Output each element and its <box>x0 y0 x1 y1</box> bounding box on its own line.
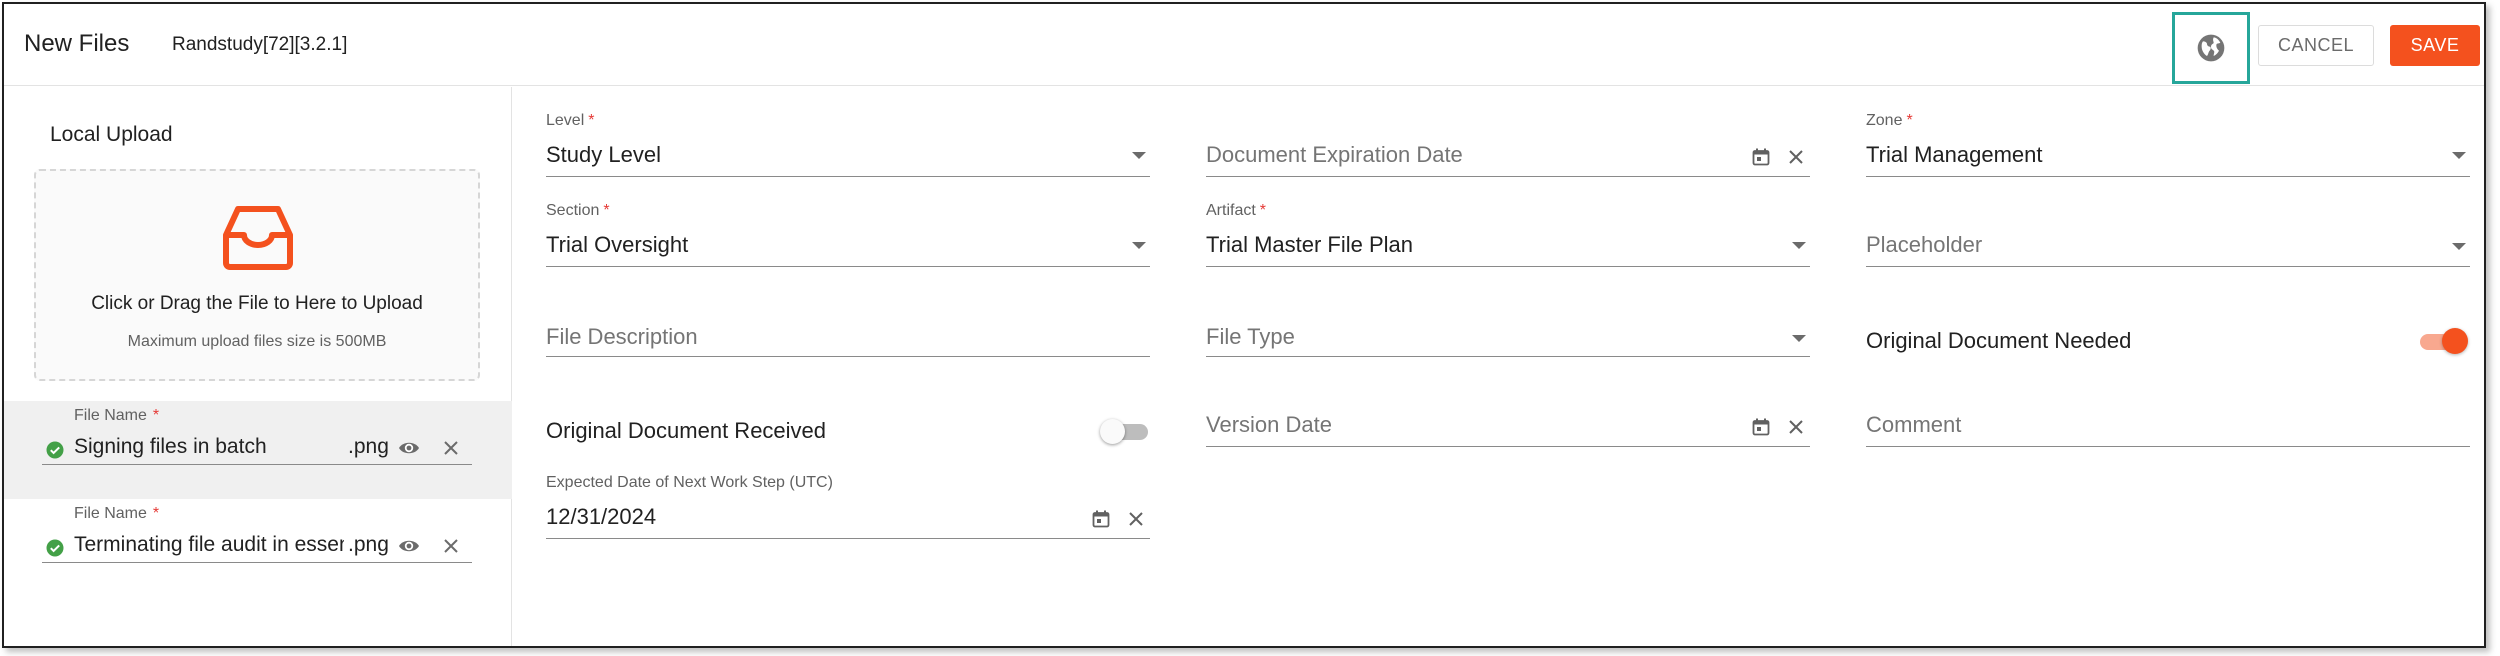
file-extension: .png <box>348 533 389 557</box>
toggle-knob <box>1100 419 1125 444</box>
placeholder-field-placeholder: Placeholder <box>1866 232 1983 257</box>
required-marker: * <box>1906 112 1913 129</box>
file-description-input[interactable]: File Description <box>546 304 1150 360</box>
language-button[interactable] <box>2172 12 2250 84</box>
underline <box>1206 446 1810 447</box>
file-name-field: Terminating file audit in essential .png <box>42 529 472 563</box>
upload-size-limit: Maximum upload files size is 500MB <box>127 333 387 350</box>
new-files-dialog: New Files Randstudy[72][3.2.1] CANCEL SA… <box>2 2 2486 648</box>
close-icon[interactable] <box>442 537 460 555</box>
level-label-text: Level <box>546 112 585 129</box>
toggle-knob <box>2442 328 2468 354</box>
level-label: Level * <box>546 112 594 130</box>
underline <box>1206 266 1810 267</box>
local-upload-heading: Local Upload <box>50 123 173 146</box>
chevron-down-icon <box>1792 242 1806 249</box>
check-circle-icon <box>46 441 64 459</box>
artifact-label: Artifact * <box>1206 202 1266 220</box>
clear-icon[interactable] <box>1788 419 1804 435</box>
clear-icon[interactable] <box>1128 511 1144 527</box>
close-icon[interactable] <box>442 439 460 457</box>
upload-instruction: Click or Drag the File to Here to Upload <box>91 293 423 314</box>
comment-input[interactable]: Comment <box>1866 394 2470 452</box>
original-received-toggle[interactable] <box>1100 418 1150 444</box>
level-value: Study Level <box>546 142 661 167</box>
underline <box>1206 356 1810 357</box>
doc-expiration-placeholder: Document Expiration Date <box>1206 142 1463 167</box>
calendar-icon[interactable] <box>1092 510 1110 528</box>
version-date-input[interactable]: Version Date <box>1206 394 1810 452</box>
artifact-value: Trial Master File Plan <box>1206 232 1414 257</box>
chevron-down-icon <box>1132 152 1146 159</box>
underline <box>546 538 1150 539</box>
calendar-icon[interactable] <box>1752 418 1770 436</box>
file-name-label-text: File Name <box>74 505 147 522</box>
underline <box>546 266 1150 267</box>
globe-icon <box>2197 34 2225 62</box>
clear-icon[interactable] <box>1788 149 1804 165</box>
eye-icon[interactable] <box>398 537 420 555</box>
required-marker: * <box>588 112 595 129</box>
chevron-down-icon <box>1132 242 1146 249</box>
chevron-down-icon <box>2452 152 2466 159</box>
underline <box>1866 266 2470 267</box>
check-circle-icon <box>46 539 64 557</box>
chevron-down-icon <box>1792 335 1806 342</box>
file-name-input[interactable]: Terminating file audit in essential <box>74 533 344 557</box>
version-date-placeholder: Version Date <box>1206 412 1332 437</box>
file-item[interactable]: File Name * Signing files in batch .png <box>4 401 512 499</box>
file-name-label-text: File Name <box>74 407 147 424</box>
underline <box>1866 176 2470 177</box>
section-label-text: Section <box>546 202 600 219</box>
save-button[interactable]: SAVE <box>2390 25 2480 66</box>
cancel-button[interactable]: CANCEL <box>2258 25 2374 66</box>
upload-panel: Local Upload Click or Drag the File to H… <box>4 87 512 646</box>
original-needed-label: Original Document Needed <box>1866 328 2132 353</box>
required-marker: * <box>152 407 160 424</box>
placeholder-select[interactable]: Placeholder <box>1866 214 2470 272</box>
original-received-label: Original Document Received <box>546 418 827 443</box>
artifact-label-text: Artifact <box>1206 202 1256 219</box>
file-name-field: Signing files in batch .png <box>42 431 472 465</box>
chevron-down-icon <box>2452 243 2466 250</box>
expected-date-input[interactable]: Expected Date of Next Work Step (UTC) 12… <box>546 474 1150 544</box>
dialog-header: New Files Randstudy[72][3.2.1] CANCEL SA… <box>4 4 2484 86</box>
zone-select[interactable]: Zone * Trial Management <box>1866 112 2470 182</box>
dialog-title: New Files <box>24 30 130 57</box>
inbox-tray-icon <box>223 206 293 270</box>
zone-label: Zone * <box>1866 112 1913 130</box>
required-marker: * <box>1259 202 1267 219</box>
section-label: Section * <box>546 202 610 220</box>
file-extension: .png <box>348 435 389 458</box>
underline <box>1206 176 1810 177</box>
zone-value: Trial Management <box>1866 142 2043 167</box>
comment-placeholder: Comment <box>1866 412 1962 437</box>
artifact-select[interactable]: Artifact * Trial Master File Plan <box>1206 202 1810 272</box>
file-type-select[interactable]: File Type <box>1206 304 1810 360</box>
underline <box>546 176 1150 177</box>
eye-icon[interactable] <box>398 439 420 457</box>
underline <box>546 356 1150 357</box>
required-marker: * <box>603 202 610 219</box>
file-name-label: File Name * <box>74 407 159 425</box>
upload-dropzone[interactable]: Click or Drag the File to Here to Upload… <box>34 169 480 381</box>
file-name-label: File Name * <box>74 505 159 523</box>
section-select[interactable]: Section * Trial Oversight <box>546 202 1150 272</box>
underline <box>1866 446 2470 447</box>
file-item[interactable]: File Name * Terminating file audit in ess… <box>4 499 512 597</box>
section-value: Trial Oversight <box>546 232 689 257</box>
expected-date-value: 12/31/2024 <box>546 504 657 529</box>
expected-date-label: Expected Date of Next Work Step (UTC) <box>546 474 833 491</box>
file-name-input[interactable]: Signing files in batch <box>74 435 284 459</box>
required-marker: * <box>152 505 160 522</box>
original-needed-toggle[interactable] <box>2418 328 2468 354</box>
file-type-placeholder: File Type <box>1206 324 1295 349</box>
level-select[interactable]: Level * Study Level <box>546 112 1150 182</box>
calendar-icon[interactable] <box>1752 148 1770 166</box>
doc-expiration-input[interactable]: Document Expiration Date <box>1206 124 1810 182</box>
zone-label-text: Zone <box>1866 112 1903 129</box>
file-description-placeholder: File Description <box>546 324 698 349</box>
study-name: Randstudy[72][3.2.1] <box>172 34 348 55</box>
